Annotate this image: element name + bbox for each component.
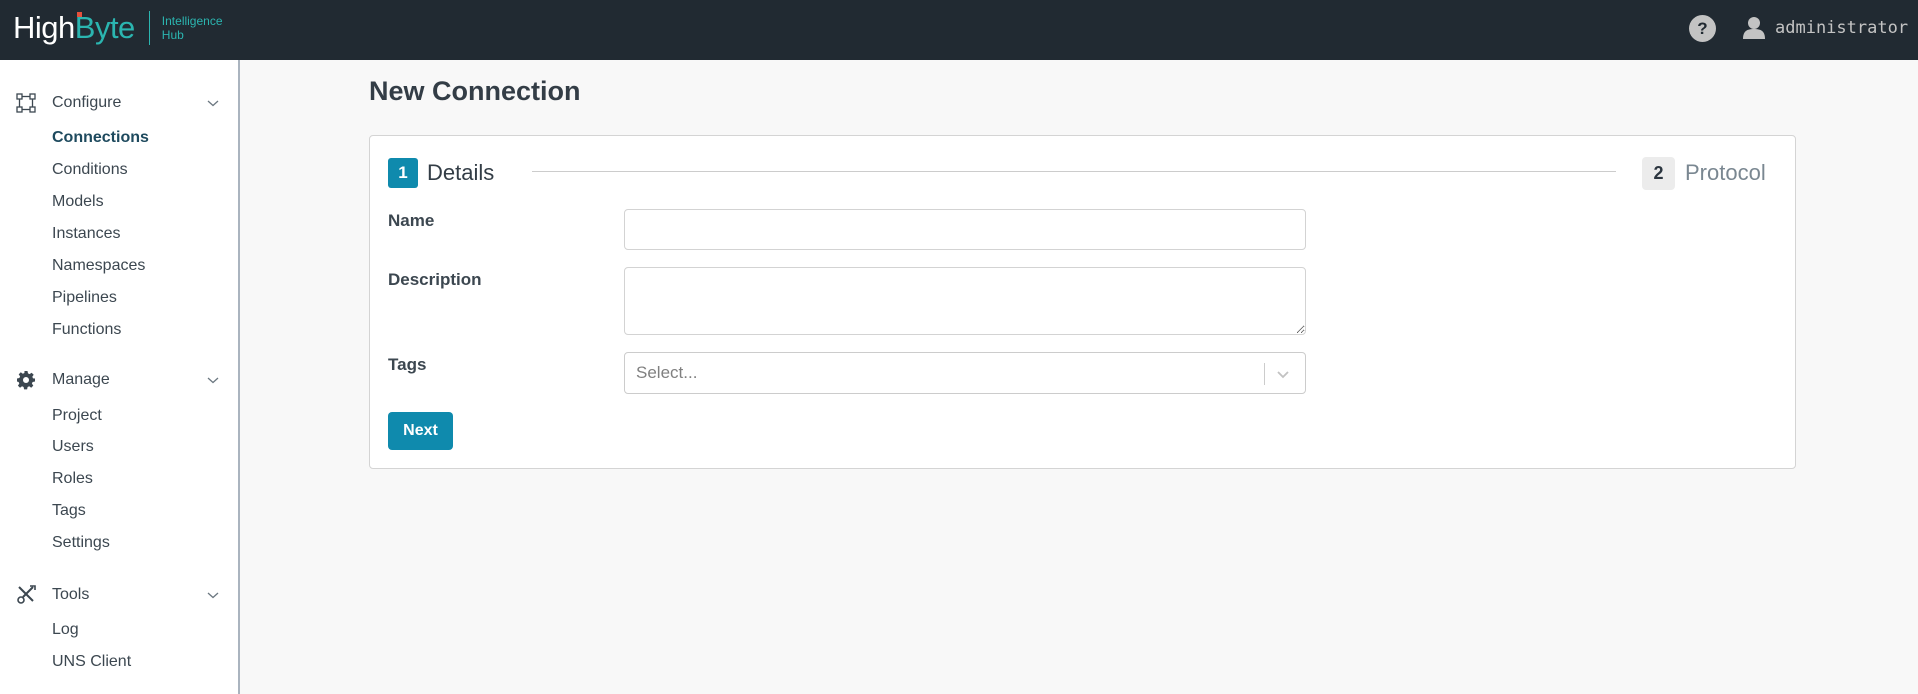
sidebar-group-manage[interactable]: Manage <box>0 365 238 395</box>
sidebar-item-instances[interactable]: Instances <box>52 225 120 243</box>
gear-icon <box>17 371 35 390</box>
tags-label: Tags <box>388 355 427 374</box>
sidebar-group-configure[interactable]: Configure <box>0 88 238 118</box>
sidebar: Configure Connections Conditions Models … <box>0 60 240 694</box>
sidebar-item-settings[interactable]: Settings <box>52 534 110 552</box>
sidebar-group-label: Manage <box>52 371 110 388</box>
user-name: administrator <box>1775 18 1909 38</box>
name-label: Name <box>388 211 435 230</box>
sidebar-item-functions[interactable]: Functions <box>52 321 121 339</box>
sidebar-group-tools[interactable]: Tools <box>0 580 238 610</box>
chevron-down-icon <box>207 377 219 384</box>
help-icon[interactable]: ? <box>1689 15 1716 42</box>
highbyte-logo[interactable]: High Byte Intelligence Hub <box>13 10 223 46</box>
step-divider <box>532 171 1616 172</box>
step-2-label: Protocol <box>1685 160 1766 185</box>
sidebar-item-roles[interactable]: Roles <box>52 470 93 488</box>
chevron-down-icon <box>207 592 219 599</box>
description-label: Description <box>388 270 482 289</box>
logo-subtitle-line2: Hub <box>161 28 184 42</box>
sidebar-group-label: Tools <box>52 586 90 603</box>
sidebar-item-conditions[interactable]: Conditions <box>52 161 128 179</box>
next-button[interactable]: Next <box>388 412 453 450</box>
new-connection-card: 1 Details 2 Protocol Name Description Ta… <box>369 135 1796 469</box>
logo-subtitle: Intelligence Hub <box>162 14 223 42</box>
sidebar-group-label: Configure <box>52 94 122 111</box>
sidebar-item-models[interactable]: Models <box>52 193 104 211</box>
step-2-badge: 2 <box>1642 157 1675 190</box>
logo-dot <box>77 12 82 17</box>
step-1-label: Details <box>427 160 495 185</box>
logo-subtitle-line1: Intelligence <box>161 14 223 28</box>
chevron-down-icon <box>207 100 219 107</box>
sidebar-item-pipelines[interactable]: Pipelines <box>52 289 117 307</box>
top-bar: High Byte Intelligence Hub ? administrat… <box>0 0 1918 60</box>
sidebar-item-connections[interactable]: Connections <box>52 129 149 147</box>
page-title: New Connection <box>369 76 581 106</box>
user-menu[interactable]: administrator <box>1743 16 1908 40</box>
logo-text-high: High <box>13 10 75 45</box>
chevron-down-icon[interactable] <box>1275 366 1291 382</box>
sidebar-item-uns-client[interactable]: UNS Client <box>52 653 131 671</box>
tags-select[interactable]: Select... <box>624 352 1306 394</box>
description-input[interactable] <box>624 267 1306 335</box>
name-input[interactable] <box>624 209 1306 250</box>
logo-text-byte: Byte <box>74 10 136 45</box>
sidebar-item-users[interactable]: Users <box>52 438 94 456</box>
sidebar-item-project[interactable]: Project <box>52 407 102 425</box>
sidebar-item-tags[interactable]: Tags <box>52 502 86 520</box>
sidebar-item-namespaces[interactable]: Namespaces <box>52 257 145 275</box>
sidebar-item-log[interactable]: Log <box>52 621 79 639</box>
tools-icon <box>17 585 36 604</box>
tags-placeholder: Select... <box>636 363 698 382</box>
step-1-badge: 1 <box>388 158 418 188</box>
tags-separator <box>1264 363 1265 385</box>
user-icon <box>1743 17 1765 39</box>
nodes-icon <box>16 93 36 113</box>
logo-separator <box>148 11 150 45</box>
